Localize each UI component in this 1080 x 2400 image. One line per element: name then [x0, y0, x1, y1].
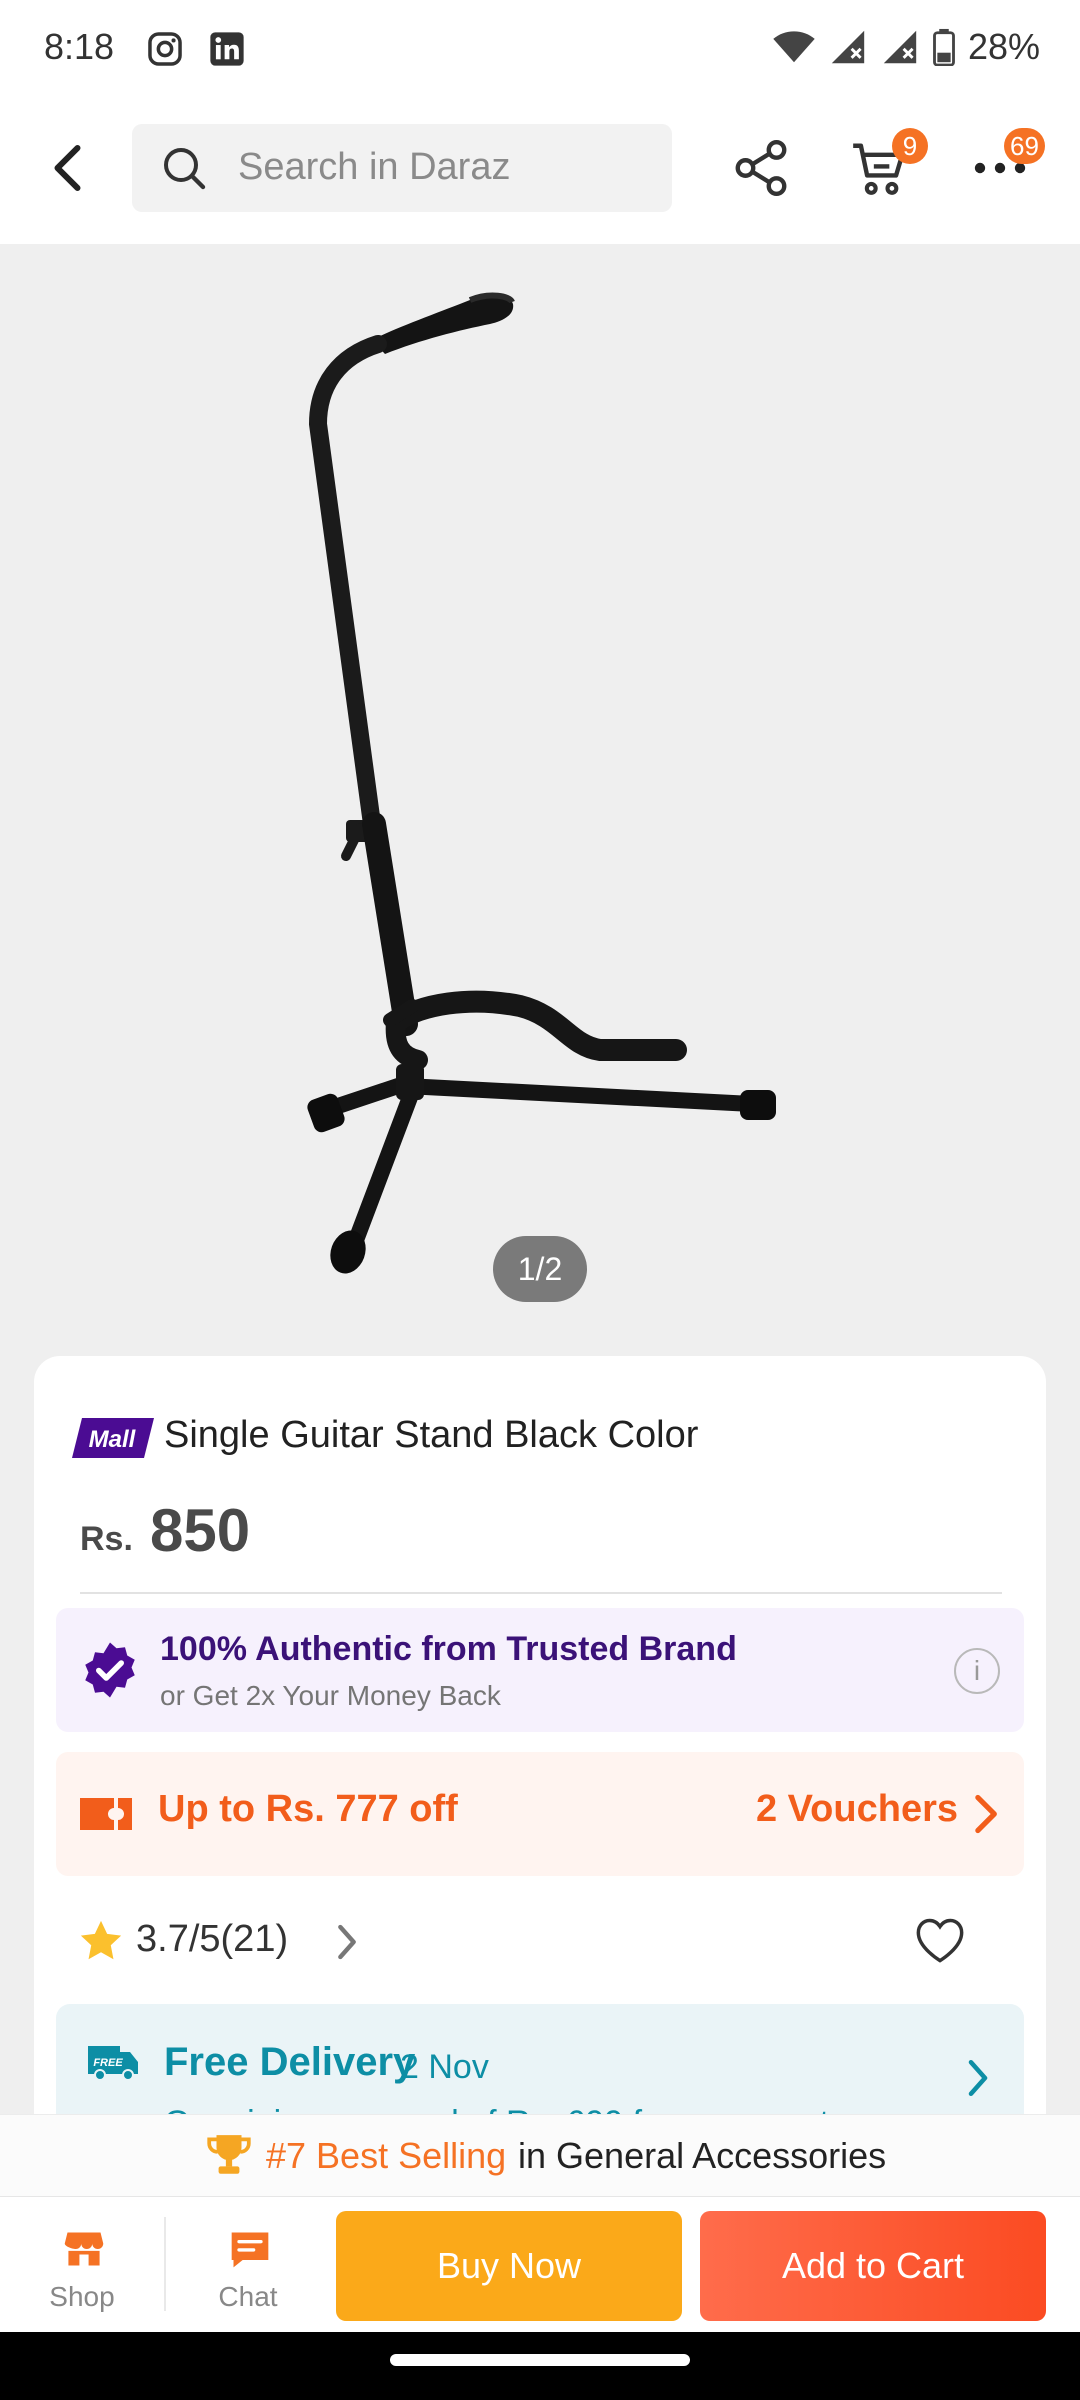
- free-icon-label: FREE: [93, 2057, 123, 2069]
- wishlist-heart-icon[interactable]: [914, 1916, 966, 1964]
- chat-label: Chat: [218, 2281, 278, 2312]
- chat-button[interactable]: Chat: [168, 2197, 328, 2333]
- nav-separator: [164, 2217, 166, 2311]
- top-header: Search in Daraz 9 69: [0, 100, 1080, 244]
- add-to-cart-button[interactable]: Add to Cart: [700, 2211, 1046, 2321]
- product-image: [307, 292, 776, 1274]
- voucher-icon: [80, 1798, 132, 1830]
- chevron-right-icon: [975, 1794, 997, 1834]
- trophy-icon: [207, 2135, 251, 2174]
- status-time: 8:18: [44, 26, 115, 67]
- voucher-banner[interactable]: Up to Rs. 777 off 2 Vouchers: [56, 1752, 1024, 1876]
- battery-level: 28%: [967, 26, 1040, 67]
- star-icon: [80, 1920, 122, 1960]
- authenticity-title: 100% Authentic from Trusted Brand: [160, 1630, 737, 1668]
- status-indicators: 28%: [772, 26, 1040, 68]
- shop-button[interactable]: Shop: [2, 2197, 162, 2333]
- signal-icon: [831, 30, 865, 64]
- product-detail-screen: 8:18 28% Search in Daraz 9 69 1/2 Mall S…: [0, 0, 1080, 2400]
- mall-badge-label: Mall: [89, 1426, 137, 1453]
- image-counter: 1/2: [493, 1236, 587, 1302]
- voucher-discount-text: Up to Rs. 777 off: [158, 1788, 458, 1830]
- shop-icon: [64, 2232, 104, 2266]
- share-icon[interactable]: [730, 136, 792, 200]
- verified-badge-icon: [85, 1642, 135, 1698]
- back-arrow-icon[interactable]: [40, 138, 100, 198]
- instagram-icon: [148, 32, 182, 66]
- authenticity-subtitle: or Get 2x Your Money Back: [160, 1680, 501, 1711]
- delivery-title: Free Delivery: [164, 2040, 416, 2084]
- rating-row[interactable]: 3.7/5(21): [56, 1900, 1024, 1980]
- voucher-count[interactable]: 2 Vouchers: [756, 1788, 958, 1831]
- product-image-gallery[interactable]: [0, 244, 1080, 1324]
- authenticity-banner[interactable]: 100% Authentic from Trusted Brand or Get…: [56, 1608, 1024, 1732]
- signal-icon-2: [883, 30, 917, 64]
- shop-label: Shop: [49, 2281, 115, 2312]
- chevron-right-icon: [968, 2059, 988, 2097]
- search-icon: [164, 148, 206, 190]
- price-currency: Rs.: [80, 1520, 133, 1558]
- cart-button[interactable]: 9: [848, 128, 928, 200]
- mall-badge: Mall: [72, 1418, 154, 1458]
- delivery-date: 2 Nov: [400, 2048, 489, 2086]
- best-selling-category: in General Accessories: [518, 2135, 887, 2176]
- divider: [80, 1592, 1002, 1594]
- best-selling-rank: #7 Best Selling: [266, 2135, 507, 2176]
- info-icon[interactable]: i: [954, 1648, 1000, 1694]
- buy-now-button[interactable]: Buy Now: [336, 2211, 682, 2321]
- product-price: 850: [150, 1497, 251, 1564]
- linkedin-icon: [210, 32, 244, 66]
- battery-icon: [933, 28, 955, 66]
- chevron-right-icon: [338, 1924, 356, 1960]
- rating-score: 3.7/5: [136, 1918, 221, 1960]
- system-navigation-bar: [0, 2332, 1080, 2400]
- chat-icon: [231, 2232, 269, 2268]
- search-placeholder: Search in Daraz: [238, 146, 511, 188]
- more-menu-button[interactable]: 69: [972, 128, 1045, 198]
- rating-count: (21): [220, 1918, 289, 1960]
- search-input[interactable]: Search in Daraz: [132, 124, 672, 212]
- bottom-action-bar: Shop Chat Buy Now Add to Cart: [0, 2196, 1080, 2332]
- free-delivery-truck-icon: FREE: [88, 2046, 138, 2080]
- best-selling-strip[interactable]: #7 Best Selling in General Accessories: [0, 2114, 1080, 2196]
- notification-count-badge: 69: [1004, 128, 1045, 164]
- cart-count-badge: 9: [892, 128, 928, 164]
- product-title: Single Guitar Stand Black Color: [164, 1414, 699, 1456]
- status-bar: 8:18 28%: [0, 0, 1080, 100]
- home-gesture-handle[interactable]: [390, 2354, 690, 2366]
- wifi-icon: [773, 31, 815, 63]
- rating-text: 3.7/5(21): [136, 1918, 288, 1961]
